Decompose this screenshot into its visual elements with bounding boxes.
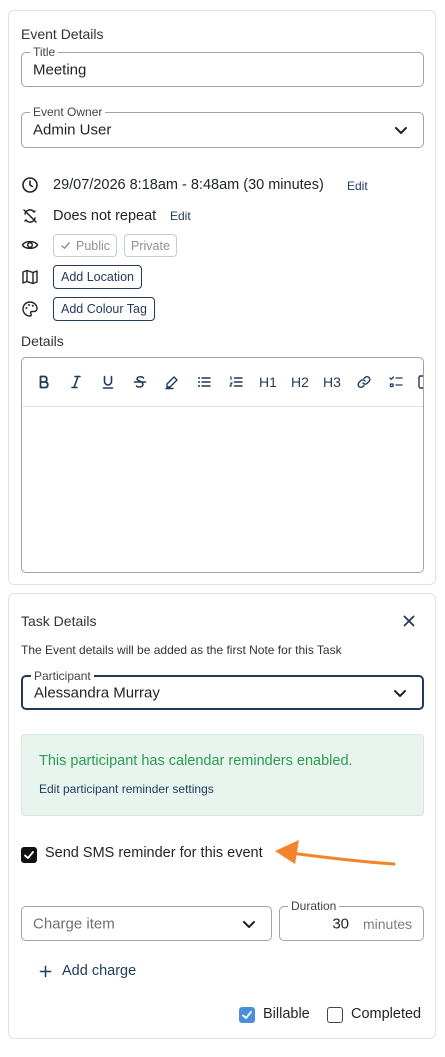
task-details-title: Task Details (21, 613, 97, 629)
bullet-list-icon[interactable] (194, 372, 214, 392)
chevron-down-icon (394, 689, 406, 697)
task-details-card: Task Details The Event details will be a… (8, 593, 436, 1039)
bold-icon[interactable] (34, 372, 54, 392)
check-icon (242, 1011, 252, 1019)
duration-field[interactable]: Duration 30 minutes (279, 899, 424, 941)
event-details-card: Event Details Title Meeting Event Owner … (8, 10, 436, 585)
completed-checkbox[interactable] (327, 1007, 343, 1023)
link-icon[interactable] (354, 372, 374, 392)
chevron-down-icon (395, 127, 407, 134)
billable-checkbox[interactable] (239, 1007, 255, 1023)
visibility-private-chip[interactable]: Private (124, 234, 177, 257)
event-datetime: 29/07/2026 8:18am - 8:48am (30 minutes) (53, 177, 324, 193)
check-icon (61, 242, 70, 249)
heading-2-button[interactable]: H2 (290, 372, 310, 392)
checklist-icon[interactable] (386, 372, 406, 392)
add-charge-label: Add charge (62, 963, 137, 979)
details-editor[interactable]: H1 H2 H3 (21, 357, 424, 573)
annotation-arrow-icon (275, 840, 396, 866)
sms-reminder-label: Send SMS reminder for this event (45, 845, 263, 861)
repeat-status: Does not repeat (53, 208, 157, 224)
repeat-edit-link[interactable]: Edit (170, 209, 191, 223)
add-charge-button[interactable]: Add charge (39, 963, 136, 979)
edit-reminder-settings-link[interactable]: Edit participant reminder settings (39, 782, 214, 796)
charge-item-placeholder: Charge item (33, 915, 115, 932)
heading-3-button[interactable]: H3 (322, 372, 342, 392)
numbered-list-icon[interactable] (226, 372, 246, 392)
more-icon[interactable] (418, 372, 423, 392)
eye-icon (21, 240, 39, 250)
participant-select[interactable]: Participant Alessandra Murray (21, 669, 424, 710)
visibility-private-label: Private (131, 238, 170, 253)
details-label: Details (21, 333, 64, 349)
sms-reminder-checkbox[interactable] (21, 847, 37, 863)
task-note-text: The Event details will be added as the f… (21, 643, 342, 657)
palette-icon (22, 301, 38, 317)
repeat-off-icon (23, 209, 37, 223)
event-owner-value: Admin User (33, 121, 112, 139)
title-field[interactable]: Title Meeting (21, 45, 424, 87)
completed-label: Completed (351, 1006, 422, 1022)
participant-label: Participant (31, 669, 94, 683)
check-icon (24, 851, 34, 859)
event-owner-select[interactable]: Event Owner Admin User (21, 105, 424, 148)
duration-label: Duration (288, 899, 340, 913)
charge-item-select[interactable]: Charge item (21, 906, 272, 941)
strikethrough-icon[interactable] (130, 372, 150, 392)
billable-label: Billable (263, 1006, 310, 1022)
clock-icon (22, 177, 38, 193)
heading-1-button[interactable]: H1 (258, 372, 278, 392)
duration-value: 30 (332, 915, 349, 932)
editor-toolbar: H1 H2 H3 (22, 358, 423, 407)
title-field-value: Meeting (33, 61, 87, 78)
add-colour-tag-button[interactable]: Add Colour Tag (53, 297, 155, 321)
reminder-alert: This participant has calendar reminders … (21, 734, 424, 816)
close-icon[interactable] (402, 614, 416, 628)
visibility-public-label: Public (76, 238, 111, 253)
datetime-edit-link[interactable]: Edit (347, 179, 368, 193)
italic-icon[interactable] (66, 372, 86, 392)
reminder-alert-message: This participant has calendar reminders … (39, 753, 353, 769)
duration-unit: minutes (362, 915, 412, 932)
event-details-title: Event Details (21, 26, 104, 42)
event-owner-label: Event Owner (30, 105, 106, 119)
underline-icon[interactable] (98, 372, 118, 392)
add-location-button[interactable]: Add Location (53, 265, 142, 289)
highlighter-icon[interactable] (162, 372, 182, 392)
participant-value: Alessandra Murray (34, 684, 160, 701)
chevron-down-icon (243, 920, 255, 928)
map-icon (22, 269, 38, 285)
title-field-label: Title (30, 45, 59, 59)
visibility-public-chip[interactable]: Public (53, 234, 118, 257)
plus-icon (39, 965, 52, 977)
